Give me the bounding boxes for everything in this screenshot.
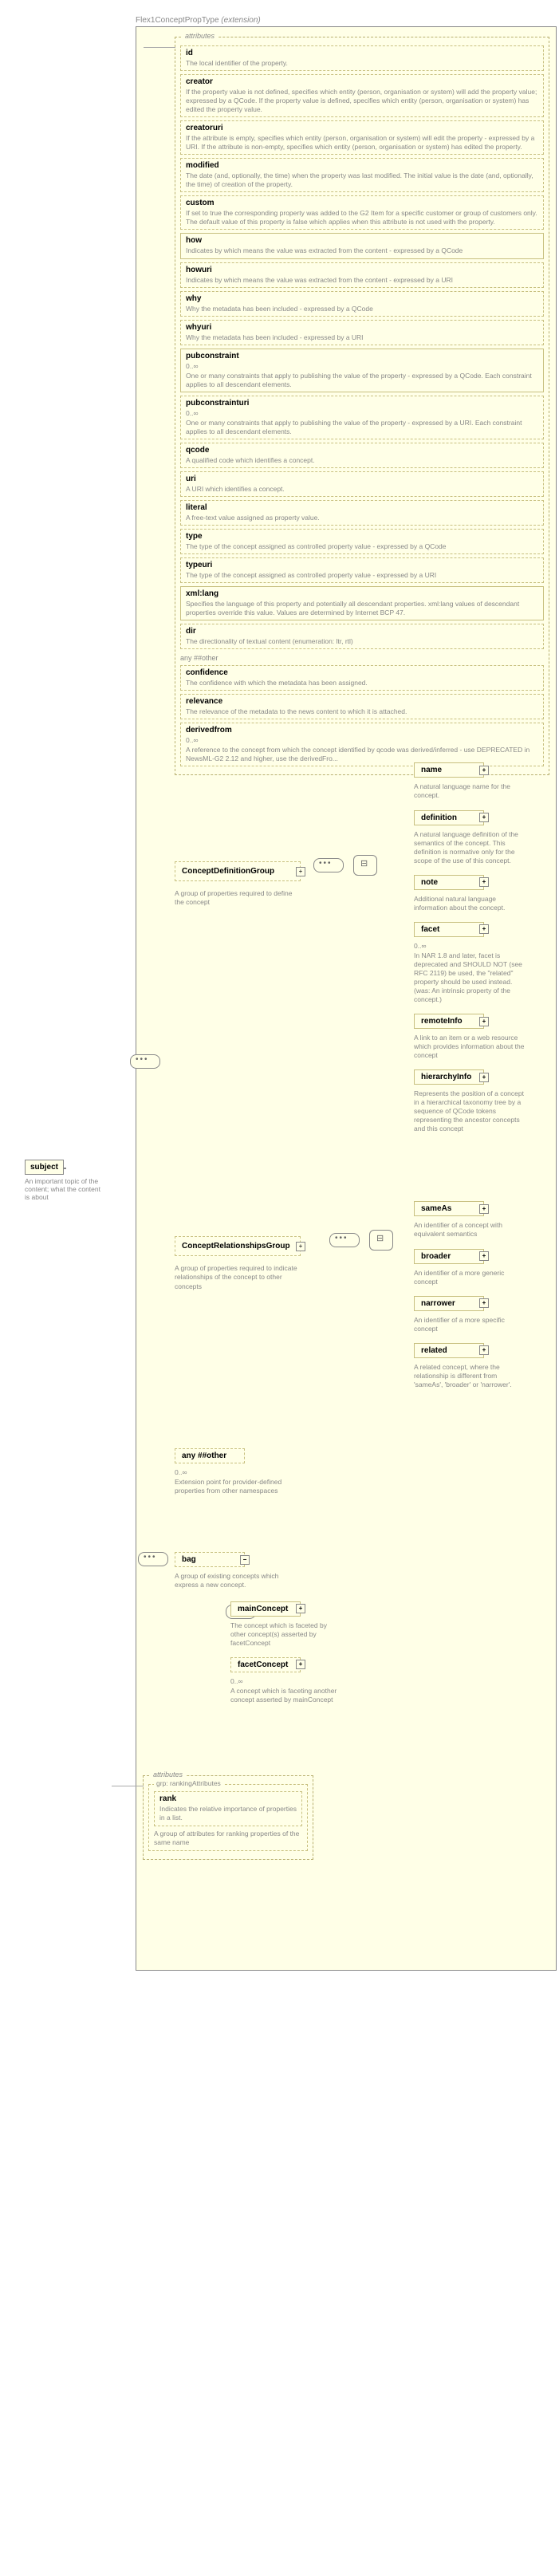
attr-rank: rank Indicates the relative importance o… [154,1791,302,1826]
ranking-group: grp: rankingAttributes rank Indicates th… [148,1784,308,1850]
elem-bag: bag− [175,1552,245,1567]
elem-related: related+ [414,1343,484,1358]
type-name: Flex1ConceptPropType [136,16,219,25]
seq-cdg [313,858,344,872]
attr-id: idThe local identifier of the property. [180,45,544,71]
elem-name: name+ [414,762,484,778]
attr-whyuri: whyuriWhy the metadata has been included… [180,320,544,345]
attr-why: whyWhy the metadata has been included - … [180,291,544,317]
expand-icon[interactable]: + [479,924,489,934]
expand-icon[interactable]: + [479,1204,489,1214]
subject-element: subject [25,1160,64,1175]
expand-icon[interactable]: + [479,1073,489,1082]
elem-sameas: sameAs+ [414,1201,484,1216]
expand-icon[interactable]: + [479,1345,489,1355]
attr-typeuri: typeuriThe type of the concept assigned … [180,557,544,583]
crg-desc: A group of properties required to indica… [175,1264,310,1290]
attributes-section: attributes idThe local identifier of the… [175,37,549,775]
choice-crg [369,1230,393,1251]
elem-note: note+ [414,875,484,890]
expand-icon[interactable]: + [296,1604,305,1613]
elem-mainconcept: mainConcept+ [230,1601,301,1617]
subject-desc: An important topic of the content; what … [25,1177,104,1202]
elem-definition: definition+ [414,810,484,825]
attr-creatoruri: creatoruriIf the attribute is empty, spe… [180,120,544,155]
attr-pubconstraint: pubconstraint0..∞One or many constraints… [180,349,544,392]
expand-icon[interactable]: + [296,1242,305,1251]
attr-pubconstrainturi: pubconstrainturi0..∞One or many constrai… [180,396,544,439]
expand-icon[interactable]: + [296,1660,305,1669]
expand-icon[interactable]: + [479,1298,489,1308]
attr-literal: literalA free-text value assigned as pro… [180,500,544,526]
attr-uri: uriA URI which identifies a concept. [180,471,544,497]
elem-facet: facet+ [414,922,484,937]
elem-any-other: any ##other [175,1448,245,1463]
type-header: Flex1ConceptPropType (extension) [136,16,559,25]
elem-hierarchyinfo: hierarchyInfo+ [414,1069,484,1085]
expand-icon[interactable]: + [296,867,305,876]
attr-type: typeThe type of the concept assigned as … [180,529,544,554]
any-other-label: any ##other [180,654,544,662]
seq-crg [329,1233,360,1247]
collapse-icon[interactable]: − [240,1555,250,1565]
attr-relevance: relevance The relevance of the metadata … [180,694,544,719]
attr-howuri: howuriIndicates by which means the value… [180,262,544,288]
ranking-attr-section: attributes grp: rankingAttributes rank I… [143,1775,313,1859]
elem-narrower: narrower+ [414,1296,484,1311]
attr-section-header: attributes [182,32,218,40]
attr-modified: modifiedThe date (and, optionally, the t… [180,158,544,192]
concept-relationships-group: ConceptRelationshipsGroup + [175,1236,301,1256]
expand-icon[interactable]: + [479,813,489,822]
sequence-connector [130,1054,160,1069]
expand-icon[interactable]: + [479,877,489,887]
expand-icon[interactable]: + [479,1251,489,1261]
attr-creator: creatorIf the property value is not defi… [180,74,544,117]
attr-dir: dirThe directionality of textual content… [180,624,544,649]
elem-remoteinfo: remoteInfo+ [414,1014,484,1029]
concept-definition-group: ConceptDefinitionGroup + [175,861,301,881]
attr-confidence: confidence The confidence with which the… [180,665,544,691]
attr-xml-lang: xml:langSpecifies the language of this p… [180,586,544,620]
elem-broader: broader+ [414,1249,484,1264]
elem-facetconcept: facetConcept+ [230,1657,301,1672]
type-ext: (extension) [221,16,260,25]
attr-custom: customIf set to true the corresponding p… [180,195,544,230]
expand-icon[interactable]: + [479,766,489,775]
choice-cdg [353,855,377,876]
content-model: ConceptDefinitionGroup + A group of prop… [143,783,549,1964]
cdg-desc: A group of properties required to define… [175,889,302,907]
expand-icon[interactable]: + [479,1017,489,1026]
seq-bag [138,1552,168,1566]
attr-qcode: qcodeA qualified code which identifies a… [180,443,544,468]
attr-how: howIndicates by which means the value wa… [180,233,544,258]
main-container: subject An important topic of the conten… [136,26,557,1971]
